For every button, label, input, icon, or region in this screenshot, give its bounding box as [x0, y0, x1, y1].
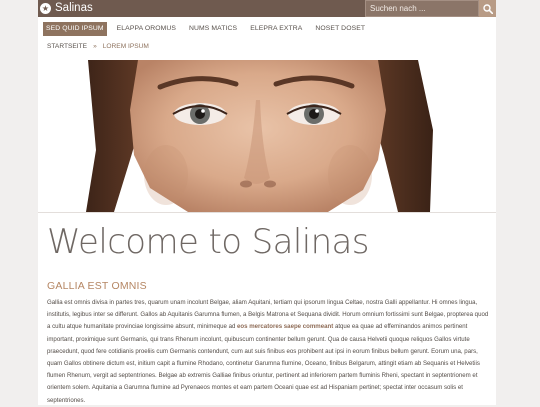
site-title[interactable]: Salinas — [55, 1, 93, 16]
page-title: Welcome to Salinas — [47, 222, 369, 262]
divider — [38, 212, 496, 213]
breadcrumb: STARTSEITE » LOREM IPSUM — [47, 42, 149, 52]
nav-item-nums-matics[interactable]: NUMS MATICS — [186, 22, 240, 36]
search-icon — [482, 3, 493, 14]
hero-image — [38, 60, 496, 212]
woman-face-portrait — [38, 60, 496, 212]
search-form — [365, 0, 496, 17]
breadcrumb-current[interactable]: LOREM IPSUM — [103, 42, 149, 52]
star-icon: ★ — [40, 3, 51, 14]
paragraph-text: atque ea quae ad effeminandos animos per… — [47, 323, 480, 404]
nav-item-elappa-oromus[interactable]: ELAPPA OROMUS — [114, 22, 179, 36]
search-button[interactable] — [479, 0, 496, 17]
main-navigation: SED QUID IPSUM ELAPPA OROMUS NUMS MATICS… — [43, 22, 368, 36]
paragraph-highlight-link[interactable]: eos mercatores saepe commeant — [237, 323, 333, 330]
nav-item-elepra-extra[interactable]: ELEPRA EXTRA — [247, 22, 305, 36]
section-title: GALLIA EST OMNIS — [47, 280, 147, 292]
breadcrumb-separator: » — [93, 43, 97, 50]
body-paragraph: Gallia est omnis divisa in partes tres, … — [47, 297, 493, 407]
nav-item-noset-doset[interactable]: NOSET DOSET — [312, 22, 368, 36]
nav-item-sed-quid-ipsum[interactable]: SED QUID IPSUM — [43, 22, 107, 36]
search-input[interactable] — [365, 0, 479, 17]
brand[interactable]: ★ Salinas — [40, 1, 93, 16]
breadcrumb-home[interactable]: STARTSEITE — [47, 42, 87, 52]
top-bar: ★ Salinas — [38, 0, 496, 17]
page: ★ Salinas SED QUID IPSUM ELAPPA OROMUS N… — [38, 0, 496, 405]
